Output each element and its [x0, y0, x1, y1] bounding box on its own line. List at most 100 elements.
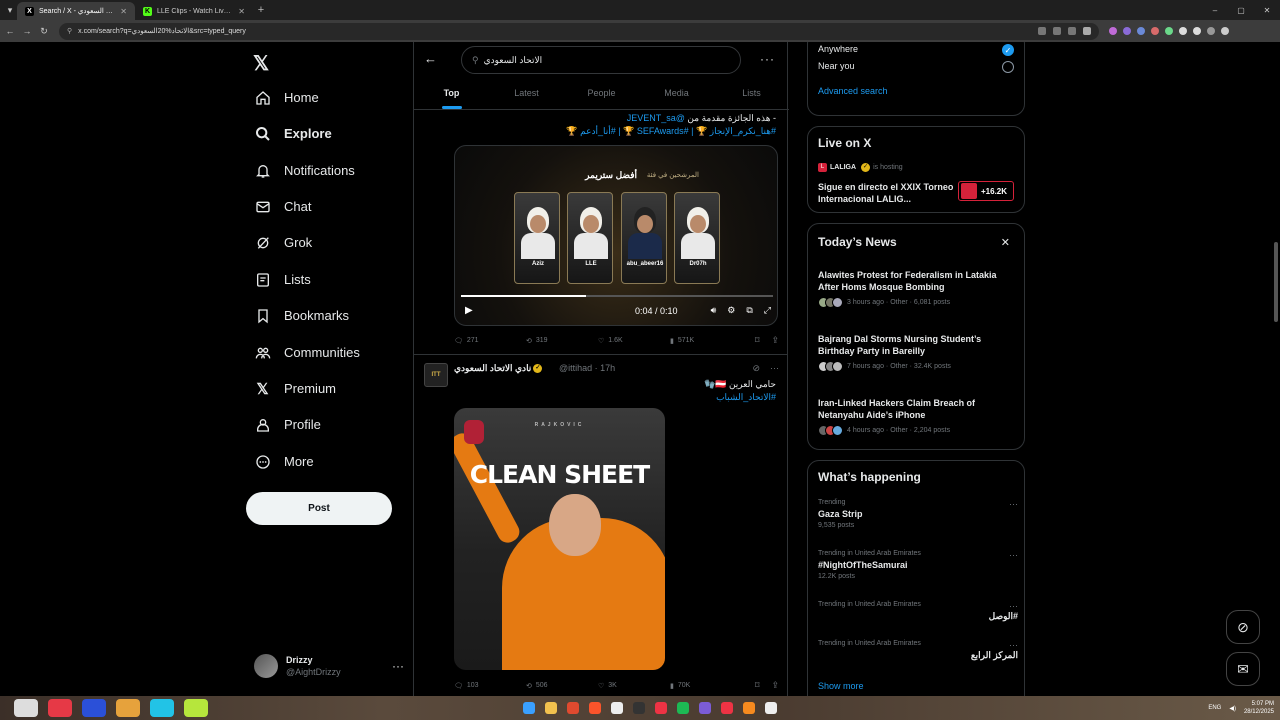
tab-menu-icon[interactable]: ▾ [3, 5, 17, 16]
messages-fab-button[interactable]: ✉ [1226, 652, 1260, 686]
tab-media[interactable]: Media [639, 82, 714, 109]
nav-explore[interactable]: Explore [254, 125, 332, 142]
fullscreen-icon[interactable]: ⤢ [764, 305, 771, 316]
extension-icon[interactable] [1109, 27, 1117, 35]
like-button[interactable]: ♡ 3K [598, 682, 670, 690]
close-tab-icon[interactable]: ✕ [120, 7, 127, 16]
repost-button[interactable]: ⟲ 319 [526, 337, 598, 345]
tab-people[interactable]: People [564, 82, 639, 109]
taskbar-app-icon[interactable] [743, 702, 755, 714]
reply-button[interactable]: 🗨︎ 271 [454, 337, 526, 345]
hashtag-link[interactable]: #الاتحاد_الشباب [476, 391, 776, 404]
trend-item[interactable]: Trending in United Arab Emirates #NightO… [818, 550, 1018, 580]
extension-icon[interactable] [1193, 27, 1201, 35]
extension-icon[interactable] [1137, 27, 1145, 35]
nav-more[interactable]: More [254, 453, 314, 470]
close-window-icon[interactable]: ✕ [1254, 6, 1280, 15]
more-dots-icon[interactable]: ··· [392, 659, 404, 673]
back-arrow-icon[interactable]: ← [424, 51, 437, 66]
more-dots-icon[interactable]: ··· [760, 52, 775, 66]
nav-premium[interactable]: 𝕏 Premium [254, 380, 336, 398]
nav-lists[interactable]: Lists [254, 271, 311, 288]
nav-home[interactable]: Home [254, 89, 319, 106]
radio-anywhere[interactable]: ✓ [1002, 44, 1014, 56]
nav-grok[interactable]: Grok [254, 234, 312, 251]
nav-profile[interactable]: Profile [254, 416, 321, 433]
show-more-link[interactable]: Show more [818, 681, 864, 691]
brave-icon[interactable] [589, 702, 601, 714]
profile-avatar-icon[interactable] [1207, 27, 1215, 35]
news-item[interactable]: Iran-Linked Hackers Claim Breach of Neta… [818, 397, 1018, 436]
nav-chat[interactable]: Chat [254, 198, 311, 215]
share-icon[interactable]: ⇪ [771, 680, 779, 691]
avatar[interactable]: ITT [424, 363, 448, 387]
advanced-search-link[interactable]: Advanced search [818, 86, 888, 96]
live-stream-title[interactable]: Sigue en directo el XXIX Torneo Internac… [818, 181, 958, 205]
more-dots-icon[interactable]: ··· [1009, 601, 1018, 611]
bookmark-icon[interactable]: ⌑ [755, 680, 760, 691]
language-indicator[interactable]: ENG [1208, 705, 1221, 711]
trend-item[interactable]: Trending in United Arab Emirates المركز … [818, 640, 1018, 661]
chrome-icon[interactable] [567, 702, 579, 714]
trend-item[interactable]: Trending in United Arab Emirates #الوصل … [818, 601, 1018, 622]
taskbar-app-icon[interactable] [633, 702, 645, 714]
taskbar-app-icon[interactable] [48, 699, 72, 717]
post-button[interactable]: Post [246, 492, 392, 525]
tab-latest[interactable]: Latest [489, 82, 564, 109]
more-dots-icon[interactable]: ··· [1009, 640, 1018, 650]
taskbar-app-icon[interactable] [14, 699, 38, 717]
bookmark-icon[interactable]: ⌑ [755, 335, 760, 346]
views-button[interactable]: ▮ 70K [670, 682, 742, 690]
more-dots-icon[interactable]: ··· [1009, 550, 1018, 560]
page-scrollbar[interactable] [1274, 242, 1278, 322]
settings-gear-icon[interactable]: ⚙ [727, 305, 735, 316]
search-input[interactable]: ⚲ الاتحاد السعودي [461, 46, 741, 74]
taskbar-app-icon[interactable] [721, 702, 733, 714]
account-switcher[interactable]: Drizzy @AightDrizzy ··· [254, 654, 404, 678]
file-explorer-icon[interactable] [545, 702, 557, 714]
new-tab-button[interactable]: + [253, 4, 269, 16]
maximize-icon[interactable]: ▢ [1228, 6, 1254, 15]
tweet-author-name[interactable]: نادي الاتحاد السعودي ✓ [454, 363, 543, 374]
extension-icon[interactable] [1151, 27, 1159, 35]
radio-near-you[interactable] [1002, 61, 1014, 73]
system-clock[interactable]: 5:07 PM 28/12/2025 [1244, 700, 1274, 716]
site-info-icon[interactable]: ⚲ [67, 27, 72, 35]
taskbar-app-icon[interactable] [611, 702, 623, 714]
forward-icon[interactable]: → [20, 26, 34, 36]
taskbar-app-icon[interactable] [116, 699, 140, 717]
zoom-icon[interactable] [1038, 27, 1046, 35]
close-tab-icon[interactable]: ✕ [238, 7, 245, 16]
tweet-video[interactable]: المرشحين في فئة أفضل ستريمر Aziz LLE abu… [454, 145, 778, 326]
star-icon[interactable] [1083, 27, 1091, 35]
volume-icon[interactable]: ◀) [1229, 705, 1236, 712]
url-field[interactable]: ⚲ x.com/search?q=الاتحاد%20السعودي&src=t… [59, 22, 1099, 40]
like-button[interactable]: ♡ 1.6K [598, 337, 670, 345]
share-icon[interactable]: ⇪ [771, 335, 779, 346]
taskbar-app-icon[interactable] [82, 699, 106, 717]
cast-icon[interactable] [1053, 27, 1061, 35]
minimize-icon[interactable]: – [1202, 6, 1228, 15]
taskbar-app-icon[interactable] [184, 699, 208, 717]
nav-notifications[interactable]: Notifications [254, 162, 355, 179]
play-icon[interactable]: ▶ [465, 305, 473, 316]
pip-icon[interactable]: ⧉ [746, 305, 752, 316]
share-icon[interactable] [1068, 27, 1076, 35]
extension-icon[interactable] [1165, 27, 1173, 35]
x-logo-icon[interactable]: 𝕏 [253, 51, 269, 76]
mention-link[interactable]: @JEVENT_sa [627, 113, 685, 123]
tweet-image[interactable]: RAJKOVIC CLEAN SHEET [454, 408, 665, 670]
more-dots-icon[interactable]: ··· [1009, 499, 1018, 509]
windows-start-icon[interactable] [523, 702, 535, 714]
taskbar-app-icon[interactable] [765, 702, 777, 714]
spotify-icon[interactable] [677, 702, 689, 714]
video-progress-bar[interactable] [461, 295, 773, 297]
tab-top[interactable]: Top [414, 82, 489, 109]
more-dots-icon[interactable]: ··· [770, 363, 779, 374]
taskbar-app-icon[interactable] [150, 699, 174, 717]
taskbar-app-icon[interactable] [655, 702, 667, 714]
trend-item[interactable]: Trending Gaza Strip 9,535 posts ··· [818, 499, 1018, 529]
browser-tab-x-search[interactable]: X Search / X - الاتحاد السعودي ✕ [17, 2, 135, 20]
hashtag-links[interactable]: #هنا_نكرم_الإنجاز 🏆 | #SEFAwards 🏆 | #أن… [446, 125, 776, 138]
news-item[interactable]: Bajrang Dal Storms Nursing Student’s Bir… [818, 333, 1018, 372]
